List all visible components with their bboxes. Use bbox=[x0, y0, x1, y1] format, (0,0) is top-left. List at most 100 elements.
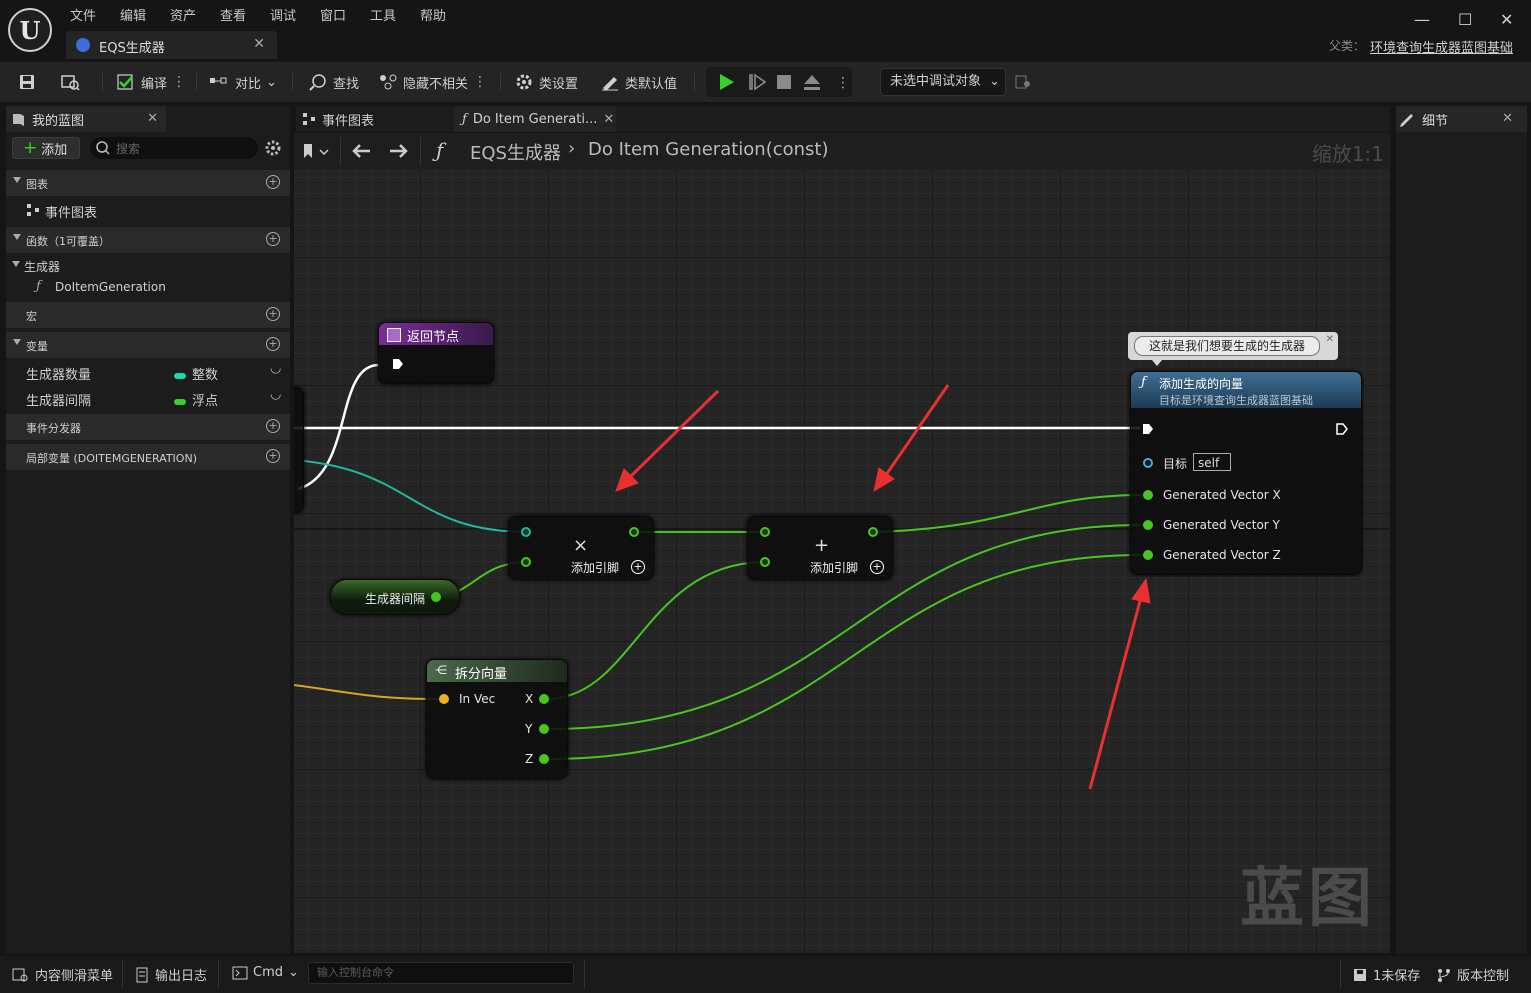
variable-name: 生成器间隔 bbox=[26, 394, 92, 409]
content-drawer-button[interactable]: 内容侧滑菜单 bbox=[12, 965, 113, 984]
annotation-arrow bbox=[1088, 577, 1151, 790]
variables-header: 变量 bbox=[26, 340, 48, 353]
event-graph-icon bbox=[303, 113, 315, 125]
unsaved-button[interactable]: 1未保存 bbox=[1352, 965, 1420, 984]
search-placeholder: 搜索 bbox=[116, 141, 141, 156]
menu-debug[interactable]: 调试 bbox=[270, 5, 296, 24]
local-variables-section[interactable]: 局部变量 (DOITEMGENERATION) + bbox=[6, 444, 290, 470]
eye-closed-icon[interactable]: ◡ bbox=[270, 361, 281, 376]
function-item-label: DoItemGeneration bbox=[55, 280, 166, 294]
compile-button[interactable]: 编译 ⋮ bbox=[116, 71, 186, 93]
variable-row[interactable]: 生成器数量 整数 ◡ bbox=[6, 359, 290, 385]
annotation-arrow bbox=[615, 389, 720, 492]
menu-asset[interactable]: 资产 bbox=[170, 5, 196, 24]
add-graph-icon[interactable]: + bbox=[266, 175, 280, 189]
save-button[interactable] bbox=[18, 71, 36, 93]
close-icon[interactable]: ✕ bbox=[603, 112, 614, 127]
variable-row[interactable]: 生成器间隔 浮点 ◡ bbox=[6, 385, 290, 411]
add-variable-icon[interactable]: + bbox=[266, 337, 280, 351]
variable-type: 浮点 bbox=[192, 394, 219, 409]
bookmark-icon[interactable] bbox=[302, 143, 332, 161]
annotation-layer bbox=[615, 384, 1151, 790]
document-tab[interactable]: EQS生成器 ✕ bbox=[66, 31, 277, 59]
compile-label: 编译 bbox=[141, 76, 168, 92]
source-control-button[interactable]: 版本控制 bbox=[1436, 965, 1509, 984]
close-window-button[interactable]: ✕ bbox=[1500, 10, 1513, 29]
menu-tools[interactable]: 工具 bbox=[370, 5, 396, 24]
unreal-logo-icon[interactable]: U bbox=[8, 8, 52, 52]
debug-filter-button[interactable] bbox=[1014, 71, 1032, 93]
add-dispatcher-icon[interactable]: + bbox=[266, 419, 280, 433]
tab-do-item-generation-label: Do Item Generati... bbox=[472, 111, 598, 127]
macros-header: 宏 bbox=[26, 310, 37, 323]
hide-unrelated-label: 隐藏不相关 bbox=[403, 76, 469, 92]
close-icon[interactable]: ✕ bbox=[1502, 111, 1513, 126]
eye-closed-icon[interactable]: ◡ bbox=[270, 387, 281, 402]
gear-icon bbox=[516, 74, 532, 90]
function-item[interactable]: ƒ DoItemGeneration bbox=[6, 275, 290, 301]
event-graph-item[interactable]: 事件图表 bbox=[6, 197, 290, 223]
my-blueprint-panel: 我的蓝图 ✕ + 添加 搜索 图表 + 事件图表 函数（1可覆盖） + 生成器 … bbox=[6, 106, 290, 954]
menu-help[interactable]: 帮助 bbox=[420, 5, 446, 24]
blueprint-watermark: 蓝图 bbox=[1240, 862, 1376, 936]
add-macro-icon[interactable]: + bbox=[266, 307, 280, 321]
main-toolbar: 编译 ⋮ 对比 ⌄ 查找 隐藏不相关 ⋮ 类设置 类默认值 ⋮ 未选中调试对象 bbox=[0, 62, 1531, 102]
close-tab-icon[interactable]: ✕ bbox=[253, 36, 265, 52]
tab-event-graph[interactable]: 事件图表 bbox=[302, 106, 374, 132]
search-input[interactable]: 搜索 bbox=[90, 137, 258, 159]
step-icon bbox=[749, 73, 767, 91]
macros-section[interactable]: 宏 + bbox=[6, 302, 290, 328]
hide-unrelated-button[interactable]: 隐藏不相关 ⋮ bbox=[378, 71, 487, 93]
maximize-button[interactable]: ☐ bbox=[1458, 10, 1472, 29]
source-control-label: 版本控制 bbox=[1457, 969, 1510, 984]
details-tab[interactable]: 细节 ✕ bbox=[1396, 106, 1527, 132]
hide-options-icon[interactable]: ⋮ bbox=[473, 74, 487, 90]
console-command-input[interactable]: 输入控制台命令 bbox=[308, 962, 574, 984]
collapse-arrow-icon bbox=[13, 339, 21, 345]
find-button[interactable]: 查找 bbox=[308, 71, 359, 93]
hide-unrelated-icon bbox=[380, 74, 397, 90]
close-icon[interactable]: ✕ bbox=[147, 111, 158, 126]
blueprint-graph-canvas[interactable]: 返回节点 生成器间隔 × 添加引脚 + + 添加引脚 + ⋲ 拆分向量 In V… bbox=[294, 133, 1390, 953]
menu-file[interactable]: 文件 bbox=[70, 5, 96, 24]
tab-do-item-generation[interactable]: ƒ Do Item Generati... ✕ bbox=[454, 106, 616, 132]
forward-arrow-icon[interactable] bbox=[388, 142, 410, 160]
unsaved-save-icon bbox=[1354, 968, 1366, 981]
graphs-header: 图表 bbox=[26, 178, 48, 191]
settings-gear-icon[interactable] bbox=[264, 139, 282, 157]
cmd-selector[interactable]: Cmd ⌄ bbox=[232, 965, 299, 980]
dispatchers-section[interactable]: 事件分发器 + bbox=[6, 414, 290, 440]
output-log-button[interactable]: 输出日志 bbox=[134, 965, 207, 984]
play-controls: ⋮ bbox=[706, 67, 852, 97]
title-bar: U 文件 编辑 资产 查看 调试 窗口 工具 帮助 EQS生成器 ✕ — ☐ ✕… bbox=[0, 0, 1531, 62]
parent-class-link[interactable]: 环境查询生成器蓝图基础 bbox=[1370, 37, 1513, 56]
float-type-pill bbox=[174, 398, 186, 405]
diff-button[interactable]: 对比 ⌄ bbox=[208, 71, 277, 93]
menu-edit[interactable]: 编辑 bbox=[120, 5, 146, 24]
add-local-variable-icon[interactable]: + bbox=[266, 449, 280, 463]
content-drawer-icon bbox=[12, 968, 28, 981]
menu-window[interactable]: 窗口 bbox=[320, 5, 346, 24]
minimize-button[interactable]: — bbox=[1414, 10, 1430, 29]
graphs-section[interactable]: 图表 + bbox=[6, 170, 290, 196]
collapse-arrow-icon bbox=[13, 234, 21, 240]
variables-section[interactable]: 变量 + bbox=[6, 332, 290, 358]
back-arrow-icon[interactable] bbox=[350, 142, 372, 160]
terminal-icon bbox=[232, 966, 248, 979]
document-tab-label: EQS生成器 bbox=[99, 41, 165, 56]
debug-object-select[interactable]: 未选中调试对象 ⌄ bbox=[880, 68, 1006, 96]
breadcrumb-leaf: Do Item Generation(const) bbox=[588, 139, 829, 160]
breadcrumb: ƒ EQS生成器 › Do Item Generation(const) 缩放1… bbox=[294, 133, 1390, 169]
add-button[interactable]: + 添加 bbox=[12, 137, 80, 159]
class-defaults-button[interactable]: 类默认值 bbox=[600, 71, 677, 93]
unsaved-label: 1未保存 bbox=[1373, 969, 1421, 984]
menu-view[interactable]: 查看 bbox=[220, 5, 246, 24]
browse-button[interactable] bbox=[60, 71, 80, 93]
collapse-arrow-icon bbox=[13, 177, 21, 183]
compile-options-icon[interactable]: ⋮ bbox=[172, 74, 186, 90]
class-settings-button[interactable]: 类设置 bbox=[514, 71, 578, 93]
breadcrumb-root[interactable]: EQS生成器 bbox=[470, 139, 561, 165]
my-blueprint-tab[interactable]: 我的蓝图 ✕ bbox=[6, 106, 166, 132]
add-function-icon[interactable]: + bbox=[266, 232, 280, 246]
functions-section[interactable]: 函数（1可覆盖） + bbox=[6, 227, 290, 253]
